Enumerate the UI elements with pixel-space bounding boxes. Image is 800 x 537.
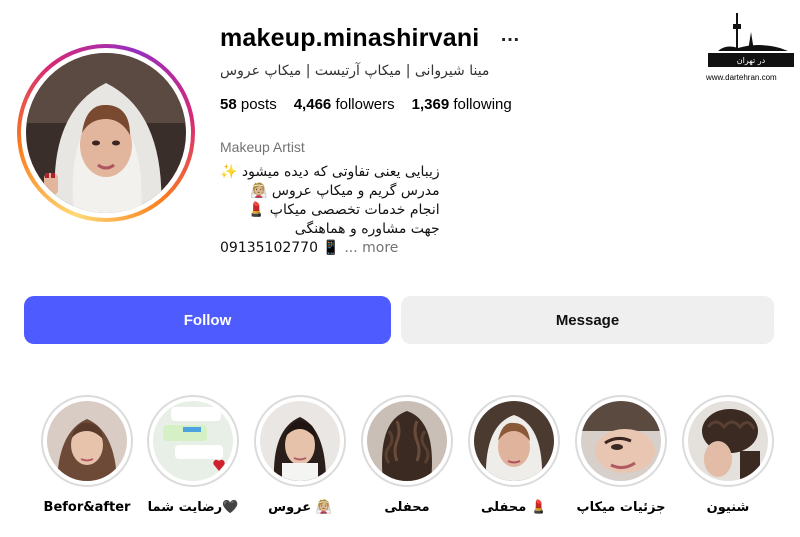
more-options-icon[interactable]: … <box>500 24 521 47</box>
message-button[interactable]: Message <box>401 296 774 344</box>
profile-username: makeup.minashirvani <box>220 24 480 52</box>
highlight-befor-after[interactable]: Befor&after <box>39 395 135 525</box>
profile-avatar[interactable] <box>26 53 186 213</box>
highlight-label: Befor&after <box>43 500 131 515</box>
bio-line: مدرس گریم و میکاپ عروس 👰🏼 <box>250 183 440 199</box>
highlight-cover <box>575 395 667 487</box>
following-label: following <box>453 96 512 113</box>
story-highlights: Befor&after رضایت شما🖤 عروس 👰🏼 محفلی محف… <box>0 395 800 535</box>
bio-line: انجام خدمات تخصصی میکاپ 💄 <box>247 202 440 218</box>
highlight-image <box>47 401 127 481</box>
highlight-cover <box>468 395 560 487</box>
highlight-cover <box>682 395 774 487</box>
followers-count: 4,466 <box>293 96 332 113</box>
highlight-makeup-details[interactable]: جزئیات میکاپ <box>573 395 669 525</box>
profile-full-name: مینا شیروانی | میکاپ آرتیست | میکاپ عروس <box>220 63 490 79</box>
highlight-cover <box>361 395 453 487</box>
highlight-satisfaction[interactable]: رضایت شما🖤 <box>145 395 241 525</box>
highlight-label: محفلی <box>384 500 430 515</box>
watermark-url: www.dartehran.com <box>706 73 777 82</box>
followers-stat[interactable]: 4,466 followers <box>294 96 395 113</box>
highlight-image <box>260 401 340 481</box>
posts-stat: 58 posts <box>220 96 277 113</box>
highlight-cover <box>147 395 239 487</box>
highlight-image <box>153 401 233 481</box>
profile-stats: 58 posts 4,466 followers 1,369 following <box>220 96 512 113</box>
bio-line: جهت مشاوره و هماهنگی <box>294 221 440 237</box>
highlight-label: جزئیات میکاپ <box>576 500 666 515</box>
followers-label: followers <box>335 96 395 113</box>
highlight-party-2[interactable]: محفلی 💄 <box>466 395 562 525</box>
bio-line-phone: 09135102770 📱 ... more <box>220 239 440 258</box>
highlight-updo[interactable]: شنیون <box>680 395 776 525</box>
highlight-label: شنیون <box>706 500 750 515</box>
bio-line: زیبایی یعنی تفاوتی که دیده میشود ✨ <box>220 164 440 180</box>
profile-category: Makeup Artist <box>220 139 305 155</box>
highlight-image <box>581 401 661 481</box>
highlight-image <box>474 401 554 481</box>
bio-phone: 09135102770 📱 <box>220 240 340 256</box>
more-link[interactable]: ... more <box>344 240 398 256</box>
highlight-party-1[interactable]: محفلی <box>359 395 455 525</box>
highlight-label: عروس 👰🏼 <box>268 500 332 515</box>
highlight-image <box>367 401 447 481</box>
svg-text:در تهران: در تهران <box>737 56 766 65</box>
following-stat[interactable]: 1,369 following <box>412 96 512 113</box>
following-count: 1,369 <box>411 96 450 113</box>
highlight-label: محفلی 💄 <box>481 500 547 515</box>
highlight-bride[interactable]: عروس 👰🏼 <box>252 395 348 525</box>
posts-count: 58 <box>220 96 237 113</box>
avatar-gap <box>21 48 191 218</box>
follow-button[interactable]: Follow <box>24 296 391 344</box>
posts-label: posts <box>240 96 277 113</box>
highlight-cover <box>41 395 133 487</box>
highlight-image <box>688 401 768 481</box>
highlight-label: رضایت شما🖤 <box>147 500 239 515</box>
profile-avatar-ring[interactable] <box>17 44 195 222</box>
profile-bio: زیبایی یعنی تفاوتی که دیده میشود ✨ مدرس … <box>220 163 440 258</box>
highlight-cover <box>254 395 346 487</box>
